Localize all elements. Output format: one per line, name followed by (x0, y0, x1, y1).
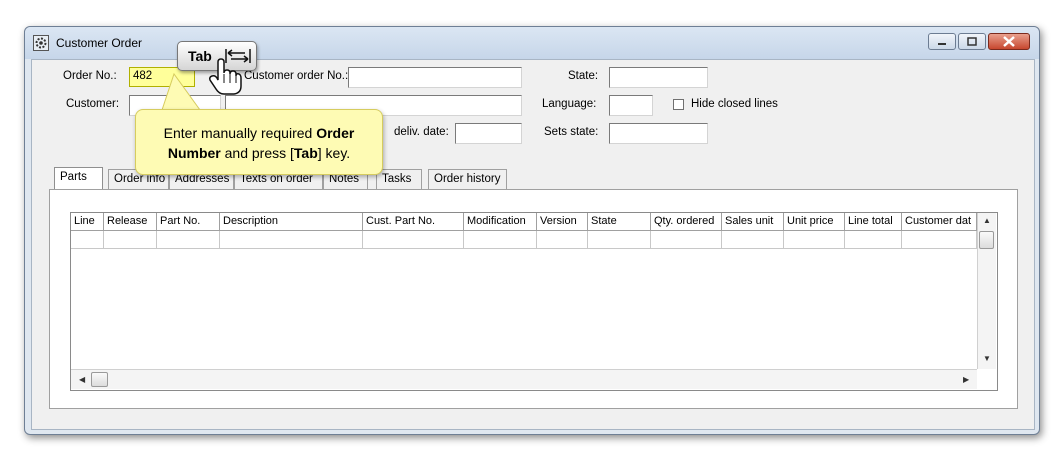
column-header-line[interactable]: Line (71, 213, 104, 231)
state-input[interactable] (609, 67, 708, 88)
state-label: State: (568, 70, 599, 82)
column-header-version[interactable]: Version (537, 213, 588, 231)
language-input[interactable] (609, 95, 653, 116)
deliv-date-input[interactable] (455, 123, 522, 144)
grid-cell[interactable] (71, 231, 104, 249)
grid-cell[interactable] (651, 231, 722, 249)
sets-state-input[interactable] (609, 123, 708, 144)
close-button[interactable] (988, 33, 1030, 50)
scroll-down-arrow-icon[interactable]: ▼ (983, 354, 991, 363)
language-label: Language: (542, 98, 597, 110)
customer-order-no-input[interactable] (348, 67, 522, 88)
window-title: Customer Order (56, 36, 143, 50)
grid-cell[interactable] (722, 231, 784, 249)
maximize-button[interactable] (958, 33, 986, 50)
tab-order-history[interactable]: Order history (428, 169, 507, 189)
gear-app-icon (33, 35, 49, 51)
order-lines-grid: Line Release Part No. Description Cust. … (70, 212, 998, 391)
grid-cell[interactable] (537, 231, 588, 249)
vertical-scrollbar[interactable]: ▲ ▼ (977, 213, 996, 369)
tab-tasks[interactable]: Tasks (376, 169, 422, 189)
tab-parts[interactable]: Parts (54, 167, 103, 190)
grid-cell[interactable] (104, 231, 157, 249)
vertical-scroll-thumb[interactable] (979, 231, 994, 249)
grid-body: Line Release Part No. Description Cust. … (71, 213, 977, 369)
parts-tab-panel: Line Release Part No. Description Cust. … (49, 189, 1018, 409)
sets-state-label: Sets state: (544, 126, 599, 138)
close-icon (1003, 36, 1015, 47)
grid-cell[interactable] (157, 231, 220, 249)
scroll-left-arrow-icon[interactable]: ◀ (79, 375, 85, 384)
column-header-customer-date[interactable]: Customer dat (902, 213, 977, 231)
column-header-state[interactable]: State (588, 213, 651, 231)
column-header-sales-unit[interactable]: Sales unit (722, 213, 784, 231)
order-no-label: Order No.: (63, 70, 117, 82)
grid-cell[interactable] (220, 231, 363, 249)
column-header-release[interactable]: Release (104, 213, 157, 231)
scroll-up-arrow-icon[interactable]: ▲ (983, 216, 991, 225)
hide-closed-lines-label[interactable]: Hide closed lines (691, 98, 778, 110)
minimize-icon (938, 43, 946, 45)
callout-text-2: and press [ (220, 145, 294, 161)
hide-closed-lines-checkbox[interactable] (673, 99, 684, 110)
customer-label: Customer: (66, 98, 120, 110)
maximize-icon (967, 37, 977, 46)
column-header-line-total[interactable]: Line total (845, 213, 902, 231)
column-header-part-no[interactable]: Part No. (157, 213, 220, 231)
instruction-callout: Enter manually required Order Number and… (135, 109, 383, 175)
column-header-description[interactable]: Description (220, 213, 363, 231)
grid-cell[interactable] (464, 231, 537, 249)
grid-cell[interactable] (588, 231, 651, 249)
callout-bold-tab: Tab (293, 145, 318, 161)
column-header-qty-ordered[interactable]: Qty. ordered (651, 213, 722, 231)
grid-cell[interactable] (363, 231, 464, 249)
hand-cursor-icon (209, 58, 242, 95)
customer-order-no-label: Customer order No.: (244, 70, 349, 82)
callout-text-1: Enter manually required (163, 125, 317, 141)
grid-cell[interactable] (902, 231, 977, 249)
callout-text-3: ] key. (317, 145, 351, 161)
deliv-date-label: deliv. date: (394, 126, 449, 138)
column-header-cust-part-no[interactable]: Cust. Part No. (363, 213, 464, 231)
horizontal-scrollbar[interactable]: ◀ ▶ (71, 369, 977, 389)
grid-cell[interactable] (784, 231, 845, 249)
horizontal-scroll-thumb[interactable] (91, 372, 108, 387)
column-header-unit-price[interactable]: Unit price (784, 213, 845, 231)
column-header-modification[interactable]: Modification (464, 213, 537, 231)
minimize-button[interactable] (928, 33, 956, 50)
grid-cell[interactable] (845, 231, 902, 249)
scroll-right-arrow-icon[interactable]: ▶ (963, 375, 969, 384)
